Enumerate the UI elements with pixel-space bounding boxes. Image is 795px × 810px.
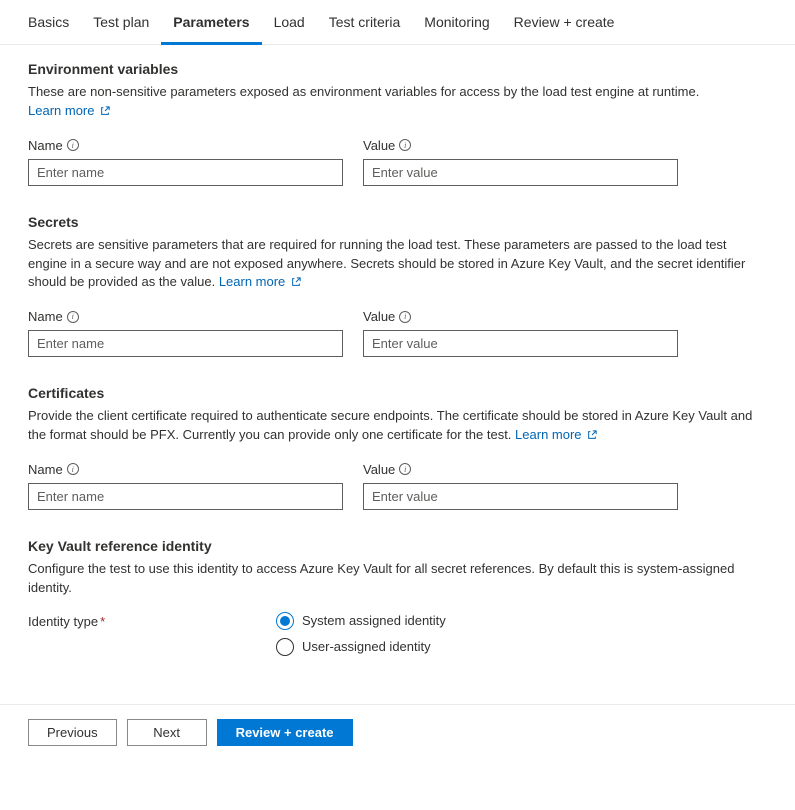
- certificates-title: Certificates: [28, 385, 767, 401]
- env-vars-name-col: Name i: [28, 138, 343, 186]
- env-vars-learn-more-link[interactable]: Learn more: [28, 103, 110, 118]
- secrets-learn-more-link[interactable]: Learn more: [219, 274, 301, 289]
- certificates-desc: Provide the client certificate required …: [28, 407, 767, 446]
- tab-review[interactable]: Review + create: [502, 0, 627, 45]
- tab-load[interactable]: Load: [262, 0, 317, 45]
- section-environment-variables: Environment variables These are non-sens…: [28, 61, 767, 186]
- external-link-icon: [291, 274, 301, 293]
- tabs-bar: Basics Test plan Parameters Load Test cr…: [0, 0, 795, 45]
- radio-label-text: User-assigned identity: [302, 639, 431, 654]
- radio-system-assigned[interactable]: System assigned identity: [276, 612, 446, 630]
- content-area: Environment variables These are non-sens…: [0, 45, 795, 704]
- certificates-name-input[interactable]: [28, 483, 343, 510]
- env-vars-name-label: Name i: [28, 138, 343, 153]
- footer-bar: Previous Next Review + create: [0, 704, 795, 760]
- secrets-name-col: Name i: [28, 309, 343, 357]
- info-icon[interactable]: i: [67, 139, 79, 151]
- tab-monitoring[interactable]: Monitoring: [412, 0, 501, 45]
- learn-more-text: Learn more: [219, 274, 285, 289]
- review-create-button[interactable]: Review + create: [217, 719, 353, 746]
- certificates-value-label: Value i: [363, 462, 678, 477]
- certificates-desc-text: Provide the client certificate required …: [28, 408, 752, 442]
- learn-more-text: Learn more: [515, 427, 581, 442]
- env-vars-title: Environment variables: [28, 61, 767, 77]
- env-vars-desc-text: These are non-sensitive parameters expos…: [28, 84, 699, 99]
- certificates-name-label: Name i: [28, 462, 343, 477]
- secrets-title: Secrets: [28, 214, 767, 230]
- secrets-desc: Secrets are sensitive parameters that ar…: [28, 236, 767, 294]
- env-vars-value-label: Value i: [363, 138, 678, 153]
- keyvault-title: Key Vault reference identity: [28, 538, 767, 554]
- secrets-name-label: Name i: [28, 309, 343, 324]
- info-icon[interactable]: i: [399, 463, 411, 475]
- keyvault-desc: Configure the test to use this identity …: [28, 560, 767, 598]
- info-icon[interactable]: i: [399, 139, 411, 151]
- secrets-desc-text: Secrets are sensitive parameters that ar…: [28, 237, 745, 290]
- certificates-name-col: Name i: [28, 462, 343, 510]
- radio-label-text: System assigned identity: [302, 613, 446, 628]
- external-link-icon: [587, 427, 597, 446]
- env-vars-value-col: Value i: [363, 138, 678, 186]
- next-button[interactable]: Next: [127, 719, 207, 746]
- tab-basics[interactable]: Basics: [16, 0, 81, 45]
- external-link-icon: [100, 103, 110, 122]
- radio-icon: [276, 638, 294, 656]
- previous-button[interactable]: Previous: [28, 719, 117, 746]
- tab-test-plan[interactable]: Test plan: [81, 0, 161, 45]
- certificates-value-col: Value i: [363, 462, 678, 510]
- section-certificates: Certificates Provide the client certific…: [28, 385, 767, 510]
- identity-type-row: Identity type* System assigned identity …: [28, 612, 767, 656]
- required-asterisk: *: [100, 614, 105, 629]
- env-vars-row: Name i Value i: [28, 138, 767, 186]
- section-secrets: Secrets Secrets are sensitive parameters…: [28, 214, 767, 358]
- info-icon[interactable]: i: [67, 463, 79, 475]
- identity-type-label: Identity type*: [28, 612, 276, 629]
- radio-user-assigned[interactable]: User-assigned identity: [276, 638, 446, 656]
- certificates-value-input[interactable]: [363, 483, 678, 510]
- identity-type-options: System assigned identity User-assigned i…: [276, 612, 446, 656]
- certificates-learn-more-link[interactable]: Learn more: [515, 427, 597, 442]
- info-icon[interactable]: i: [399, 311, 411, 323]
- learn-more-text: Learn more: [28, 103, 94, 118]
- tab-parameters[interactable]: Parameters: [161, 0, 261, 45]
- info-icon[interactable]: i: [67, 311, 79, 323]
- env-vars-value-input[interactable]: [363, 159, 678, 186]
- radio-icon: [276, 612, 294, 630]
- tab-test-criteria[interactable]: Test criteria: [317, 0, 413, 45]
- secrets-row: Name i Value i: [28, 309, 767, 357]
- secrets-value-col: Value i: [363, 309, 678, 357]
- certificates-row: Name i Value i: [28, 462, 767, 510]
- env-vars-name-input[interactable]: [28, 159, 343, 186]
- secrets-value-input[interactable]: [363, 330, 678, 357]
- env-vars-desc: These are non-sensitive parameters expos…: [28, 83, 767, 122]
- secrets-name-input[interactable]: [28, 330, 343, 357]
- section-key-vault-identity: Key Vault reference identity Configure t…: [28, 538, 767, 656]
- secrets-value-label: Value i: [363, 309, 678, 324]
